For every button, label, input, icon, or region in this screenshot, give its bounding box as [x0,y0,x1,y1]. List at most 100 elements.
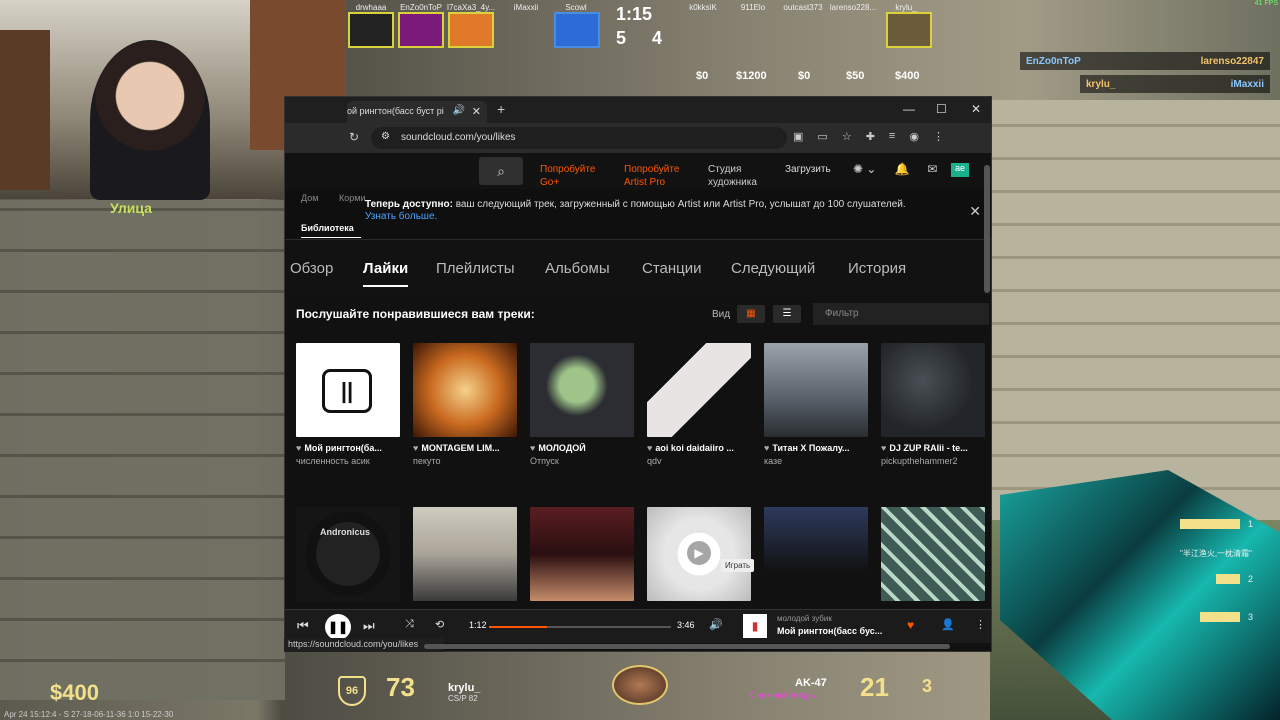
mail-icon[interactable]: ✉ [927,162,937,176]
ammo-clip: 21 [860,672,889,702]
extensions-icon[interactable]: ✚ [866,130,875,143]
browser-tab[interactable]: ой рингтон(басс буст pi 🔊 ✕ [347,101,487,123]
library-label[interactable]: Библиотека [301,223,361,238]
track-card[interactable]: ▶ [647,507,751,601]
hud-player-name: krylu_ [448,682,481,694]
avatar[interactable]: ✺ ⌄ [853,162,876,176]
track-artwork[interactable] [647,343,751,437]
track-card[interactable]: ♥ МОЛОДОЙ Отпуск [530,343,634,466]
like-heart-icon[interactable]: ♥ [907,618,914,632]
learn-more-link[interactable]: Узнать больше. [365,211,965,223]
menu-icon[interactable]: ⋮ [933,130,944,143]
reload-icon[interactable]: ↻ [349,130,359,144]
track-card[interactable]: || ♥ Мой рингтон(ба... численность асик [296,343,400,466]
tab-playlists[interactable]: Плейлисты [436,260,515,277]
track-artwork[interactable] [881,507,985,601]
address-bar-row: ↻ ⚙ soundcloud.com/you/likes ▣ ▭ ☆ ✚ ≡ ◉… [285,123,991,153]
profile-icon[interactable]: ◉ [909,130,919,143]
tab-overview[interactable]: Обзор [290,260,333,277]
search-icon[interactable]: ⌕ [479,157,523,185]
pause-button[interactable]: ❚❚ [325,614,351,640]
url-field[interactable]: ⚙ soundcloud.com/you/likes [371,127,787,149]
translate-icon[interactable]: ▣ [793,130,803,143]
follow-user-icon[interactable]: 👤 [941,618,955,631]
track-card[interactable]: ♥ MONTAGEM LIM... пекуто [413,343,517,466]
play-icon[interactable]: ▶ [687,541,711,565]
victim: larenso22847 [1200,55,1264,67]
tab-albums[interactable]: Альбомы [545,260,610,277]
site-info-icon[interactable]: ⚙ [381,131,390,142]
track-title[interactable]: ♥ aoi koi daidaiiro ... [647,443,751,453]
speaker-icon[interactable]: 🔊 [453,105,465,116]
volume-icon[interactable]: 🔊 [709,618,723,631]
filter-input[interactable]: Фильтр [813,303,989,325]
minimize-button[interactable]: — [903,102,915,116]
bell-icon[interactable]: 🔔 [894,162,909,176]
track-title[interactable]: ♥ Мой рингтон(ба... [296,443,400,453]
close-icon[interactable]: ✕ [969,203,981,220]
track-card[interactable]: Andronicus [296,507,400,601]
track-title[interactable]: ♥ Титан X Пожалу... [764,443,868,453]
track-artwork[interactable]: ▶ [647,507,751,601]
close-tab-icon[interactable]: ✕ [472,105,481,118]
track-artwork[interactable]: || [296,343,400,437]
track-title[interactable]: ♥ MONTAGEM LIM... [413,443,517,453]
tab-following[interactable]: Следующий [731,260,815,277]
track-card[interactable]: ♥ DJ ZUP RAIii - te... pickupthehammer2 [881,343,985,466]
tab-stations[interactable]: Станции [642,260,702,277]
track-artist[interactable]: казе [764,456,868,466]
current-uploader[interactable]: молодой зубик [777,614,832,623]
try-goplus-link[interactable]: Попробуйте Go+ [540,163,595,189]
track-artist[interactable]: qdv [647,456,751,466]
try-artist-link[interactable]: Попробуйте Artist Pro [624,163,679,189]
track-artist[interactable]: pickupthehammer2 [881,456,985,466]
track-artwork[interactable] [413,507,517,601]
weapon-slot: 3 [1180,603,1253,631]
badge[interactable]: ae [951,163,969,177]
horizontal-scrollbar[interactable] [424,644,950,649]
breadcrumb-home[interactable]: Дом [301,193,318,203]
track-artist[interactable]: пекуто [413,456,517,466]
new-tab-button[interactable]: + [497,101,505,117]
track-card[interactable] [764,507,868,601]
notice-banner: Дом Корми Теперь доступно: ваш следующий… [285,189,991,239]
killfeed: EnZo0nToP larenso22847 krylu_ iMaxxii [1020,52,1270,98]
track-artwork[interactable] [881,343,985,437]
grid-view-icon[interactable]: ▦ [737,305,765,323]
more-icon[interactable]: ⋮ [975,618,986,631]
track-artwork[interactable] [530,343,634,437]
cast-icon[interactable]: ▭ [817,130,827,143]
track-card[interactable] [530,507,634,601]
track-artist[interactable]: численность асик [296,456,400,466]
track-artwork[interactable] [764,343,868,437]
current-title[interactable]: Мой рингтон(басс бус... [777,626,882,636]
studio-link[interactable]: Студия художника [708,163,757,189]
repeat-icon[interactable]: ⟲ [435,618,444,631]
current-track-thumb[interactable]: ▮ [743,614,767,638]
track-card[interactable] [413,507,517,601]
bookmark-star-icon[interactable]: ☆ [842,130,852,143]
track-artwork[interactable] [764,507,868,601]
track-card[interactable]: ♥ aoi koi daidaiiro ... qdv [647,343,751,466]
progress-bar[interactable] [489,626,671,628]
shuffle-icon[interactable]: ⤨ [405,618,414,631]
track-artwork[interactable]: Andronicus [296,507,400,601]
tab-likes[interactable]: Лайки [363,260,409,287]
previous-icon[interactable]: ⏮ [297,618,309,634]
upload-link[interactable]: Загрузить [785,164,831,175]
list-view-icon[interactable]: ☰ [773,305,801,323]
media-icon[interactable]: ≡ [889,130,895,143]
track-artwork[interactable] [530,507,634,601]
close-window-button[interactable]: ✕ [971,102,981,116]
track-card[interactable] [881,507,985,601]
breadcrumb-feed[interactable]: Корми [339,193,365,203]
track-card[interactable]: ♥ Титан X Пожалу... казе [764,343,868,466]
maximize-button[interactable]: ☐ [936,102,947,116]
track-artwork[interactable] [413,343,517,437]
tab-history[interactable]: История [848,260,906,277]
track-title[interactable]: ♥ МОЛОДОЙ [530,443,634,453]
next-icon[interactable]: ⏭ [363,618,375,634]
vertical-scrollbar[interactable] [984,165,990,293]
track-title[interactable]: ♥ DJ ZUP RAIii - te... [881,443,985,453]
track-artist[interactable]: Отпуск [530,456,634,466]
